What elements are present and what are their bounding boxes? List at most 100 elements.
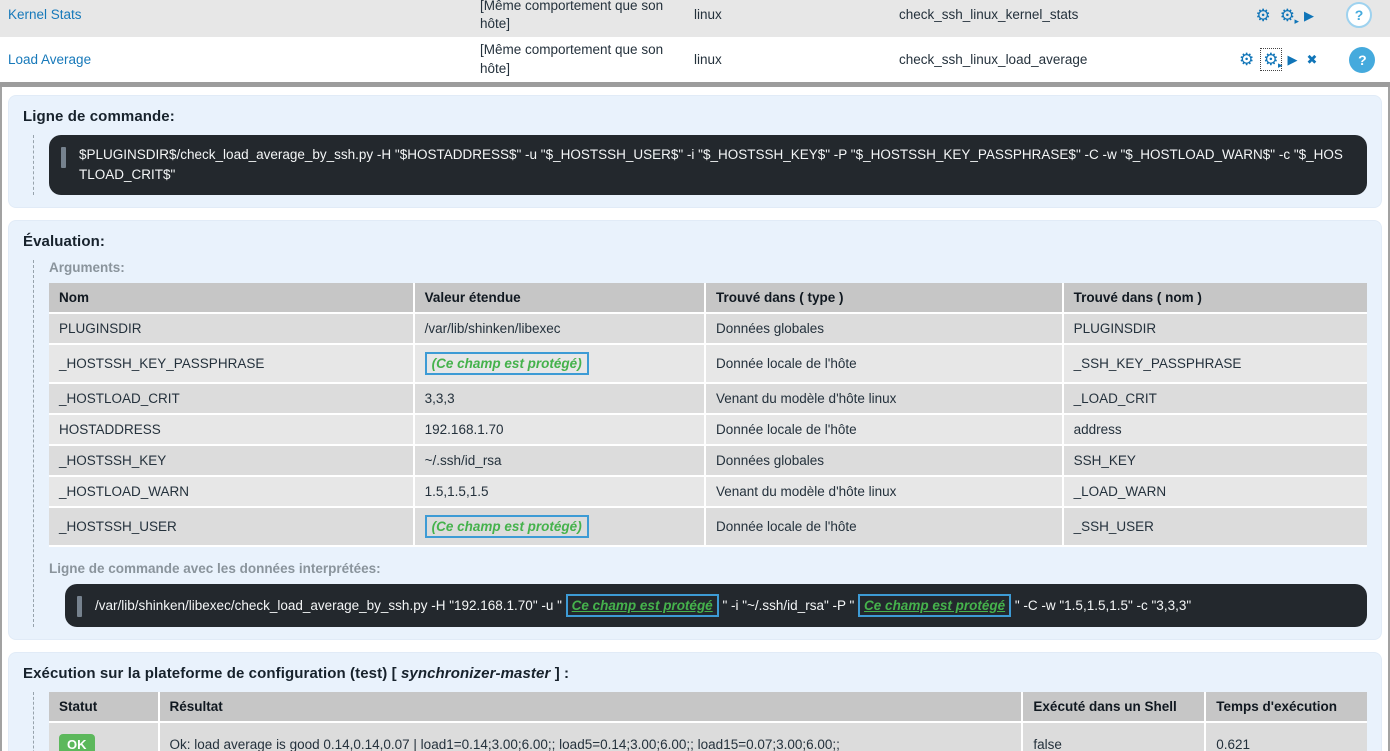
argument-value-cell: (Ce champ est protégé) (415, 345, 706, 384)
arguments-column-header: Valeur étendue (415, 283, 706, 314)
argument-name-cell: HOSTADDRESS (49, 415, 415, 446)
arguments-column-header: Trouvé dans ( type ) (706, 283, 1064, 314)
service-link[interactable]: Load Average (8, 52, 91, 67)
services-table: Kernel Stats [Même comportement que son h… (0, 0, 1390, 82)
platform-name: synchronizer-master (401, 665, 550, 682)
execution-blockquote: StatutRésultatExécuté dans un ShellTemps… (33, 692, 1367, 751)
arguments-column-header: Trouvé dans ( nom ) (1064, 283, 1367, 314)
service-command-cell: check_ssh_linux_kernel_stats (891, 2, 1239, 28)
argument-name-cell: _HOSTSSH_KEY_PASSPHRASE (49, 345, 415, 384)
protected-field-chip[interactable]: (Ce champ est protégé) (425, 515, 589, 538)
command-line-code: $PLUGINSDIR$/check_load_average_by_ssh.p… (49, 135, 1367, 195)
interpreted-command-code: /var/lib/shinken/libexec/check_load_aver… (65, 584, 1367, 627)
service-command-cell: check_ssh_linux_load_average (891, 47, 1239, 73)
status-cell: OK (49, 723, 160, 751)
service-os-cell: linux (686, 47, 891, 73)
result-cell: Ok: load average is good 0.14,0.14,0.07 … (160, 723, 1024, 751)
service-name-cell: Kernel Stats (0, 2, 472, 28)
argument-row: _HOSTSSH_KEY~/.ssh/id_rsaDonnées globale… (49, 446, 1367, 477)
argument-found-cell: SSH_KEY (1064, 446, 1367, 477)
argument-type-cell: Donnée locale de l'hôte (706, 415, 1064, 446)
command-line-title: Ligne de commande: (23, 108, 1367, 125)
execution-title-suffix: ] : (550, 665, 569, 682)
run-gear-icon[interactable]: ⚙▸ (1263, 51, 1278, 68)
service-row: Load Average [Même comportement que son h… (0, 37, 1390, 81)
argument-value-cell: 3,3,3 (415, 384, 706, 415)
execution-table-header: StatutRésultatExécuté dans un ShellTemps… (49, 692, 1367, 723)
argument-value-cell: 192.168.1.70 (415, 415, 706, 446)
argument-row: _HOSTSSH_KEY_PASSPHRASE (Ce champ est pro… (49, 345, 1367, 384)
argument-row: _HOSTSSH_USER (Ce champ est protégé) Donné… (49, 508, 1367, 547)
evaluation-blockquote: Arguments: NomValeur étendueTrouvé dans … (33, 260, 1367, 627)
argument-name-cell: _HOSTSSH_KEY (49, 446, 415, 477)
protected-field-chip[interactable]: Ce champ est protégé (858, 594, 1011, 617)
execution-table: StatutRésultatExécuté dans un ShellTemps… (49, 692, 1367, 751)
argument-value-cell: ~/.ssh/id_rsa (415, 446, 706, 477)
argument-found-cell: _LOAD_CRIT (1064, 384, 1367, 415)
argument-found-cell: address (1064, 415, 1367, 446)
interpreted-command-label: Ligne de commande avec les données inter… (49, 561, 1367, 576)
execution-title: Exécution sur la plateforme de configura… (23, 665, 1367, 682)
play-icon[interactable]: ▶ (1288, 53, 1298, 66)
argument-type-cell: Venant du modèle d'hôte linux (706, 477, 1064, 508)
help-icon[interactable]: ? (1349, 47, 1375, 73)
arguments-table-header: NomValeur étendueTrouvé dans ( type )Tro… (49, 283, 1367, 314)
service-behavior-cell: [Même comportement que son hôte] (472, 37, 686, 81)
service-os-cell: linux (686, 2, 891, 28)
service-link[interactable]: Kernel Stats (8, 7, 82, 22)
run-gear-icon[interactable]: ⚙▸ (1280, 7, 1295, 24)
execution-title-prefix: Exécution sur la plateforme de configura… (23, 665, 401, 682)
status-badge: OK (59, 734, 95, 751)
argument-row: HOSTADDRESS192.168.1.70Donnée locale de … (49, 415, 1367, 446)
argument-type-cell: Données globales (706, 446, 1064, 477)
argument-row: _HOSTLOAD_WARN1.5,1.5,1.5Venant du modèl… (49, 477, 1367, 508)
command-line-panel: Ligne de commande: $PLUGINSDIR$/check_lo… (8, 95, 1382, 208)
help-icon[interactable]: ? (1346, 2, 1372, 28)
argument-value-cell: (Ce champ est protégé) (415, 508, 706, 547)
argument-found-cell: _SSH_USER (1064, 508, 1367, 547)
arguments-label: Arguments: (49, 260, 1367, 275)
argument-name-cell: _HOSTLOAD_CRIT (49, 384, 415, 415)
service-row: Kernel Stats [Même comportement que son h… (0, 0, 1390, 37)
argument-name-cell: _HOSTSSH_USER (49, 508, 415, 547)
argument-type-cell: Donnée locale de l'hôte (706, 508, 1064, 547)
service-behavior-cell: [Même comportement que son hôte] (472, 0, 686, 37)
argument-found-cell: _LOAD_WARN (1064, 477, 1367, 508)
argument-value-cell: 1.5,1.5,1.5 (415, 477, 706, 508)
execution-column-header: Résultat (160, 692, 1024, 723)
service-help-cell: ? (1328, 2, 1390, 28)
argument-value-cell: /var/lib/shinken/libexec (415, 314, 706, 345)
argument-found-cell: _SSH_KEY_PASSPHRASE (1064, 345, 1367, 384)
execution-column-header: Temps d'exécution (1206, 692, 1367, 723)
interpreted-command-section: Ligne de commande avec les données inter… (49, 561, 1367, 627)
shell-cell: false (1023, 723, 1206, 751)
gear-icon[interactable]: ⚙ (1256, 7, 1271, 24)
argument-name-cell: _HOSTLOAD_WARN (49, 477, 415, 508)
argument-type-cell: Donnée locale de l'hôte (706, 345, 1064, 384)
execution-result-row: OK Ok: load average is good 0.14,0.14,0.… (49, 723, 1367, 751)
exec-time-cell: 0.621 (1206, 723, 1367, 751)
argument-type-cell: Données globales (706, 314, 1064, 345)
evaluation-panel: Évaluation: Arguments: NomValeur étendue… (8, 220, 1382, 640)
service-help-cell: ? (1331, 47, 1390, 73)
command-line-blockquote: $PLUGINSDIR$/check_load_average_by_ssh.p… (33, 135, 1367, 195)
argument-type-cell: Venant du modèle d'hôte linux (706, 384, 1064, 415)
argument-row: _HOSTLOAD_CRIT3,3,3Venant du modèle d'hô… (49, 384, 1367, 415)
service-name-cell: Load Average (0, 47, 472, 73)
check-details-frame: Ligne de commande: $PLUGINSDIR$/check_lo… (0, 87, 1390, 751)
mini-play-icon: ▸ (1294, 17, 1299, 26)
delete-icon[interactable]: ✖ (1307, 53, 1318, 66)
evaluation-title: Évaluation: (23, 233, 1367, 250)
execution-panel: Exécution sur la plateforme de configura… (8, 652, 1382, 751)
protected-field-chip[interactable]: Ce champ est protégé (566, 594, 719, 617)
play-icon[interactable]: ▶ (1304, 9, 1314, 22)
argument-found-cell: PLUGINSDIR (1064, 314, 1367, 345)
argument-row: PLUGINSDIR/var/lib/shinken/libexecDonnée… (49, 314, 1367, 345)
argument-name-cell: PLUGINSDIR (49, 314, 415, 345)
mini-play-icon: ▸ (1278, 61, 1283, 70)
arguments-column-header: Nom (49, 283, 415, 314)
service-actions-cell: ⚙ ⚙▸ ▶ (1239, 7, 1328, 24)
gear-icon[interactable]: ⚙ (1239, 51, 1254, 68)
protected-field-chip[interactable]: (Ce champ est protégé) (425, 352, 589, 375)
arguments-table: NomValeur étendueTrouvé dans ( type )Tro… (49, 283, 1367, 547)
